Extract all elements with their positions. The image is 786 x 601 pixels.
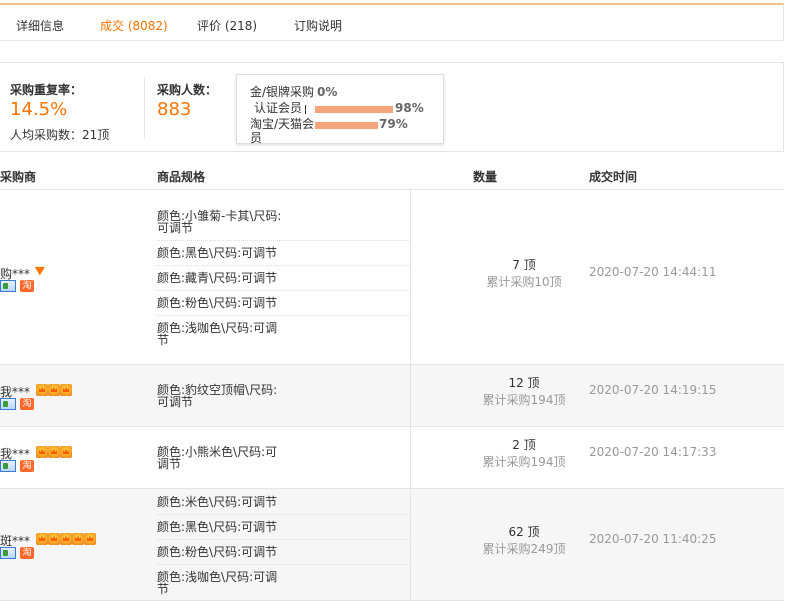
crown-icon (84, 533, 96, 545)
buyer-level-badges: ▼ (34, 264, 48, 277)
repeat-rate-value: 14.5% (10, 99, 68, 120)
table-row: 购*** ▼ 淘颜色:小雏菊-卡其\尺码:可调节 颜色:黑色\尺码:可调节 颜色:藏青\… (0, 190, 784, 365)
transaction-time: 2020-07-20 14:44:11 (589, 265, 717, 279)
crown-icon (60, 533, 72, 545)
tab-transactions[interactable]: 成交 (8082) (100, 17, 168, 34)
verified-member-icon (0, 547, 16, 559)
spec-item: 颜色:浅咖色\尺码:可调节 (157, 321, 278, 347)
spec-list: 颜色:米色\尺码:可调节 颜色:黑色\尺码:可调节 颜色:粉色\尺码:可调节 颜色:浅… (157, 489, 411, 601)
col-buyer: 采购商 (0, 170, 37, 184)
verified-member-icon (0, 398, 16, 410)
repeat-rate-label: 采购重复率： (10, 83, 83, 97)
buyer-breakdown-tooltip: 金/银牌采购 0% 认证会员 98% 淘宝/天猫会员 79% (236, 74, 444, 145)
breakdown-pct: 79% (379, 117, 408, 131)
crown-icon (48, 384, 60, 396)
verified-member-icon (0, 460, 16, 472)
crown-icon (36, 446, 48, 458)
taobao-icon: 淘 (20, 460, 34, 472)
quantity: 62 顶 (508, 525, 540, 539)
spec-item: 颜色:米色\尺码:可调节 (157, 490, 410, 515)
spec-item: 颜色:浅咖色\尺码:可调节 (157, 570, 278, 596)
quantity: 12 顶 (508, 376, 540, 390)
breakdown-bar (315, 122, 378, 129)
buyer-level-badges (36, 384, 72, 396)
spec-item: 颜色:黑色\尺码:可调节 (157, 515, 410, 540)
cumulative-purchase: 累计采购10顶 (486, 275, 562, 289)
buyer-count-label: 采购人数： (157, 83, 218, 97)
spec-item: 颜色:藏青\尺码:可调节 (157, 266, 410, 291)
table-header: 采购商 商品规格 数量 成交时间 (0, 163, 784, 190)
table-row: 我*** 淘颜色:豹纹空顶帽\尺码:可调节 12 顶累计采购194顶 2020-07-… (0, 365, 784, 427)
transaction-time: 2020-07-20 14:17:33 (589, 445, 717, 459)
taobao-icon: 淘 (20, 547, 34, 559)
cumulative-purchase: 累计采购194顶 (482, 393, 566, 407)
verified-member-icon (0, 280, 16, 292)
spec-list: 颜色:豹纹空顶帽\尺码:可调节 (157, 365, 411, 427)
crown-icon (60, 384, 72, 396)
buyer-level-badges (36, 533, 96, 545)
quantity: 7 顶 (512, 258, 536, 272)
breakdown-row-gold: 金/银牌采购 0% (237, 85, 443, 101)
crown-icon (36, 533, 48, 545)
crown-icon (72, 533, 84, 545)
diamond-icon: ▼ (34, 264, 45, 277)
buyer-verification-icons: 淘 (0, 460, 34, 472)
tab-order-notes[interactable]: 订购说明 (294, 17, 342, 34)
tab-reviews[interactable]: 评价 (218) (197, 17, 257, 34)
crown-icon (48, 446, 60, 458)
crown-icon (48, 533, 60, 545)
breakdown-pct: 0% (317, 85, 338, 99)
cumulative-purchase: 累计采购249顶 (482, 542, 566, 556)
spec-item: 颜色:粉色\尺码:可调节 (157, 540, 410, 565)
breakdown-bar (315, 106, 393, 113)
crown-icon (36, 384, 48, 396)
tab-details[interactable]: 详细信息 (16, 17, 64, 34)
spec-item: 颜色:黑色\尺码:可调节 (157, 241, 410, 266)
taobao-icon: 淘 (20, 280, 34, 292)
bar-tick (305, 105, 306, 114)
avg-purchase-label: 人均采购数： (10, 128, 83, 142)
buyer-count-value: 883 (157, 99, 192, 120)
breakdown-row-certified: 认证会员 98% (237, 101, 443, 117)
breakdown-label: 金/银牌采购 (250, 85, 315, 99)
breakdown-row-taobao: 淘宝/天猫会员 79% (237, 117, 443, 145)
breakdown-pct: 98% (395, 101, 424, 115)
buyer-verification-icons: 淘 (0, 398, 34, 410)
buyer-verification-icons: 淘 (0, 280, 34, 292)
buyer-verification-icons: 淘 (0, 547, 34, 559)
spec-item: 颜色:粉色\尺码:可调节 (157, 291, 410, 316)
breakdown-label: 淘宝/天猫会员 (250, 117, 315, 145)
taobao-icon: 淘 (20, 398, 34, 410)
spec-item: 颜色:小雏菊-卡其\尺码:可调节 (157, 204, 410, 241)
table-row: 斑*** 淘颜色:米色\尺码:可调节 颜色:黑色\尺码:可调节 颜色:粉色\尺码:可调… (0, 489, 784, 601)
col-qty: 数量 (473, 170, 498, 184)
buyer-level-badges (36, 446, 72, 458)
col-spec: 商品规格 (157, 170, 206, 184)
breakdown-label: 认证会员 (254, 101, 303, 115)
stats-divider (144, 77, 145, 139)
spec-item: 颜色:豹纹空顶帽\尺码:可调节 (157, 383, 278, 409)
cumulative-purchase: 累计采购194顶 (482, 455, 566, 469)
avg-purchase-value: 21顶 (82, 128, 110, 142)
transaction-time: 2020-07-20 14:19:15 (589, 383, 717, 397)
quantity: 2 顶 (512, 438, 536, 452)
spec-item: 颜色:小熊米色\尺码:可调节 (157, 445, 278, 471)
crown-icon (60, 446, 72, 458)
table-row: 我*** 淘颜色:小熊米色\尺码:可调节 2 顶累计采购194顶 2020-07-20… (0, 427, 784, 489)
transaction-time: 2020-07-20 11:40:25 (589, 532, 717, 546)
spec-list: 颜色:小熊米色\尺码:可调节 (157, 427, 411, 489)
col-time: 成交时间 (589, 170, 638, 184)
detail-tabs: 详细信息 成交 (8082) 评价 (218) 订购说明 (0, 3, 784, 41)
spec-list: 颜色:小雏菊-卡其\尺码:可调节 颜色:黑色\尺码:可调节 颜色:藏青\尺码:可调节… (157, 190, 411, 365)
